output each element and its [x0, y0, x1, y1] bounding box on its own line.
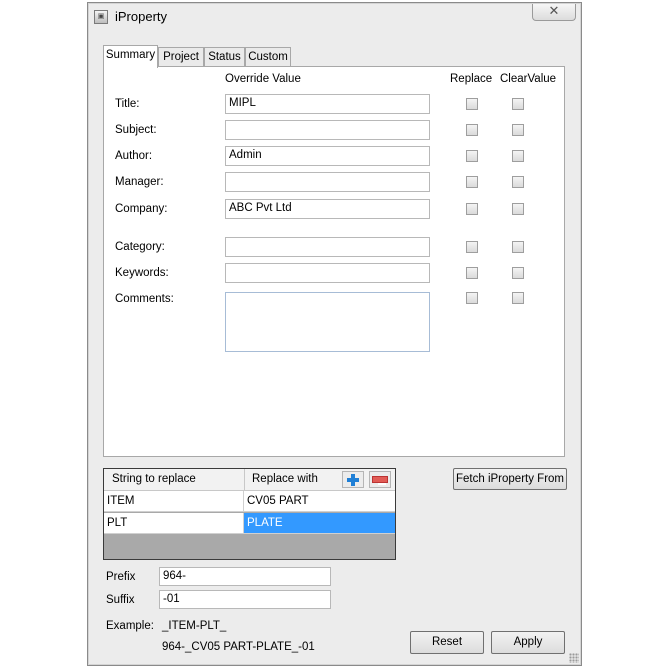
- tab-status[interactable]: Status: [204, 47, 245, 67]
- title-replace-checkbox[interactable]: [466, 98, 478, 110]
- subject-replace-checkbox[interactable]: [466, 124, 478, 136]
- table-cell-from[interactable]: PLT: [104, 513, 244, 534]
- replace-grid: String to replace Replace with ITEM CV05…: [103, 468, 396, 560]
- keywords-clear-checkbox[interactable]: [512, 267, 524, 279]
- subject-label: Subject:: [115, 124, 157, 136]
- comments-field[interactable]: [225, 292, 430, 352]
- table-cell-from[interactable]: ITEM: [104, 491, 244, 512]
- title-clear-checkbox[interactable]: [512, 98, 524, 110]
- category-field[interactable]: [225, 237, 430, 257]
- add-row-button[interactable]: [342, 471, 364, 488]
- comments-replace-checkbox[interactable]: [466, 292, 478, 304]
- example-pattern: _ITEM-PLT_: [162, 620, 227, 632]
- keywords-field[interactable]: [225, 263, 430, 283]
- override-value-header: Override Value: [225, 73, 301, 85]
- title-bar[interactable]: ▣ iProperty ✕: [88, 3, 581, 31]
- apply-button[interactable]: Apply: [491, 631, 565, 654]
- app-icon: ▣: [94, 10, 108, 24]
- company-replace-checkbox[interactable]: [466, 203, 478, 215]
- title-field[interactable]: MIPL: [225, 94, 430, 114]
- minus-icon: [372, 476, 388, 485]
- replace-header: Replace: [450, 73, 493, 85]
- author-label: Author:: [115, 150, 153, 162]
- company-clear-checkbox[interactable]: [512, 203, 524, 215]
- tab-project[interactable]: Project: [158, 47, 204, 67]
- keywords-replace-checkbox[interactable]: [466, 267, 478, 279]
- manager-field[interactable]: [225, 172, 430, 192]
- prefix-field[interactable]: 964-: [159, 567, 331, 586]
- category-replace-checkbox[interactable]: [466, 241, 478, 253]
- category-label: Category:: [115, 241, 165, 253]
- comments-clear-checkbox[interactable]: [512, 292, 524, 304]
- subject-field[interactable]: [225, 120, 430, 140]
- window-title: iProperty: [115, 9, 168, 24]
- clear-value-header: ClearValue: [500, 73, 557, 85]
- prefix-label: Prefix: [106, 571, 136, 583]
- manager-label: Manager:: [115, 176, 164, 188]
- grid-header: String to replace Replace with: [104, 469, 395, 491]
- comments-label: Comments:: [115, 293, 174, 305]
- example-label: Example:: [106, 620, 154, 632]
- author-field[interactable]: Admin: [225, 146, 430, 166]
- fetch-iproperty-button[interactable]: Fetch iProperty From: [453, 468, 567, 490]
- subject-clear-checkbox[interactable]: [512, 124, 524, 136]
- remove-row-button[interactable]: [369, 471, 391, 488]
- keywords-label: Keywords:: [115, 267, 169, 279]
- reset-button[interactable]: Reset: [410, 631, 484, 654]
- string-to-replace-header[interactable]: String to replace: [112, 473, 196, 485]
- suffix-field[interactable]: -01: [159, 590, 331, 609]
- iproperty-window: ▣ iProperty ✕ Summary Project Status Cus…: [87, 2, 582, 666]
- tab-custom[interactable]: Custom: [245, 47, 291, 67]
- category-clear-checkbox[interactable]: [512, 241, 524, 253]
- column-divider: [244, 469, 245, 490]
- company-label: Company:: [115, 203, 168, 215]
- manager-replace-checkbox[interactable]: [466, 176, 478, 188]
- author-clear-checkbox[interactable]: [512, 150, 524, 162]
- title-label: Title:: [115, 98, 140, 110]
- resize-grip[interactable]: [569, 653, 579, 663]
- table-cell-to-selected[interactable]: PLATE: [244, 513, 395, 534]
- manager-clear-checkbox[interactable]: [512, 176, 524, 188]
- close-button[interactable]: ✕: [532, 4, 576, 21]
- tab-summary[interactable]: Summary: [103, 45, 158, 68]
- example-result: 964-_CV05 PART-PLATE_-01: [162, 641, 315, 653]
- replace-with-header[interactable]: Replace with: [252, 473, 318, 485]
- suffix-label: Suffix: [106, 594, 135, 606]
- author-replace-checkbox[interactable]: [466, 150, 478, 162]
- table-row[interactable]: PLT PLATE: [104, 513, 395, 535]
- table-row[interactable]: ITEM CV05 PART: [104, 491, 395, 513]
- company-field[interactable]: ABC Pvt Ltd: [225, 199, 430, 219]
- table-cell-to[interactable]: CV05 PART: [244, 491, 395, 512]
